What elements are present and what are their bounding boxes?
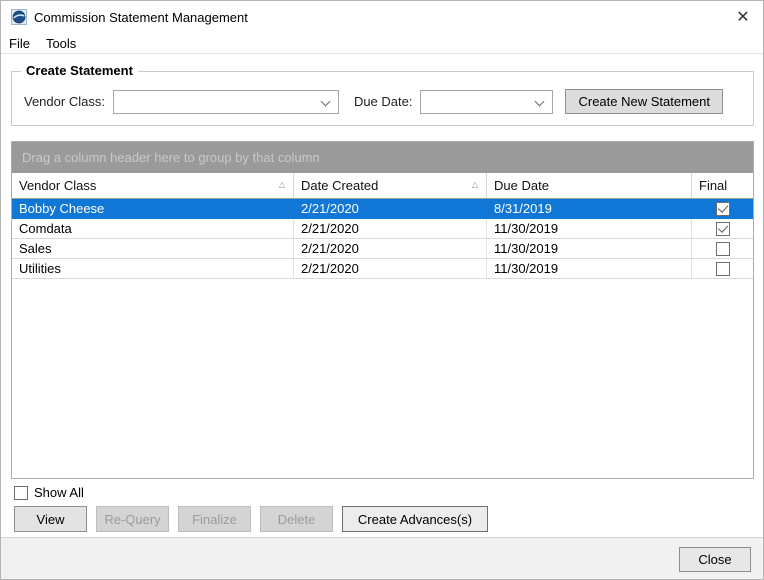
cell-due-date: 8/31/2019 xyxy=(487,199,692,218)
cell-date-created: 2/21/2020 xyxy=(294,219,487,238)
grid-empty-area xyxy=(12,279,753,478)
sort-ascending-icon: △ xyxy=(279,181,285,189)
cell-vendor-class: Bobby Cheese xyxy=(12,199,294,218)
sort-ascending-icon: △ xyxy=(472,181,478,189)
create-statement-row: Vendor Class: Due Date: Create New State… xyxy=(24,89,745,114)
menu-file[interactable]: File xyxy=(1,34,38,53)
cell-final xyxy=(692,199,753,218)
title-bar: Commission Statement Management ✕ xyxy=(1,1,763,33)
final-checkbox[interactable] xyxy=(716,202,730,216)
show-all-checkbox[interactable] xyxy=(14,486,28,500)
cell-vendor-class: Sales xyxy=(12,239,294,258)
cell-final xyxy=(692,259,753,278)
chevron-down-icon xyxy=(320,96,330,106)
final-checkbox[interactable] xyxy=(716,242,730,256)
action-button-row: View Re-Query Finalize Delete Create Adv… xyxy=(14,506,488,532)
column-header-due-date[interactable]: Due Date xyxy=(487,173,692,198)
create-new-statement-button[interactable]: Create New Statement xyxy=(565,89,723,114)
show-all-option: Show All xyxy=(14,485,84,500)
vendor-class-dropdown[interactable] xyxy=(113,90,339,114)
view-button[interactable]: View xyxy=(14,506,87,532)
commission-statement-window: Commission Statement Management ✕ File T… xyxy=(0,0,764,580)
column-header-vendor-class[interactable]: Vendor Class △ xyxy=(12,173,294,198)
create-statement-group-label: Create Statement xyxy=(21,63,138,78)
cell-final xyxy=(692,239,753,258)
table-row[interactable]: Sales 2/21/2020 11/30/2019 xyxy=(12,239,753,259)
table-row[interactable]: Comdata 2/21/2020 11/30/2019 xyxy=(12,219,753,239)
final-checkbox[interactable] xyxy=(716,262,730,276)
table-row[interactable]: Bobby Cheese 2/21/2020 8/31/2019 xyxy=(12,199,753,219)
cell-final xyxy=(692,219,753,238)
cell-vendor-class: Comdata xyxy=(12,219,294,238)
re-query-button[interactable]: Re-Query xyxy=(96,506,169,532)
cell-date-created: 2/21/2020 xyxy=(294,259,487,278)
footer-strip: Close xyxy=(1,537,763,579)
create-advances-button[interactable]: Create Advances(s) xyxy=(342,506,488,532)
due-date-label: Due Date: xyxy=(354,94,413,109)
vendor-class-label: Vendor Class: xyxy=(24,94,105,109)
column-header-date-created[interactable]: Date Created △ xyxy=(294,173,487,198)
cell-date-created: 2/21/2020 xyxy=(294,239,487,258)
column-header-final[interactable]: Final xyxy=(692,173,753,198)
close-window-icon[interactable]: ✕ xyxy=(731,5,755,29)
menu-tools[interactable]: Tools xyxy=(38,34,84,53)
menu-bar: File Tools xyxy=(1,33,763,54)
final-checkbox[interactable] xyxy=(716,222,730,236)
app-icon xyxy=(11,9,27,25)
group-by-bar[interactable]: Drag a column header here to group by th… xyxy=(12,142,753,173)
grid-column-headers: Vendor Class △ Date Created △ Due Date F… xyxy=(12,173,753,199)
cell-date-created: 2/21/2020 xyxy=(294,199,487,218)
cell-vendor-class: Utilities xyxy=(12,259,294,278)
cell-due-date: 11/30/2019 xyxy=(487,219,692,238)
chevron-down-icon xyxy=(535,96,545,106)
cell-due-date: 11/30/2019 xyxy=(487,239,692,258)
statements-grid: Drag a column header here to group by th… xyxy=(11,141,754,479)
show-all-label: Show All xyxy=(34,485,84,500)
window-title: Commission Statement Management xyxy=(34,10,248,25)
table-row[interactable]: Utilities 2/21/2020 11/30/2019 xyxy=(12,259,753,279)
finalize-button[interactable]: Finalize xyxy=(178,506,251,532)
cell-due-date: 11/30/2019 xyxy=(487,259,692,278)
due-date-dropdown[interactable] xyxy=(420,90,553,114)
close-button[interactable]: Close xyxy=(679,547,751,572)
create-statement-groupbox: Create Statement Vendor Class: Due Date:… xyxy=(11,71,754,126)
delete-button[interactable]: Delete xyxy=(260,506,333,532)
